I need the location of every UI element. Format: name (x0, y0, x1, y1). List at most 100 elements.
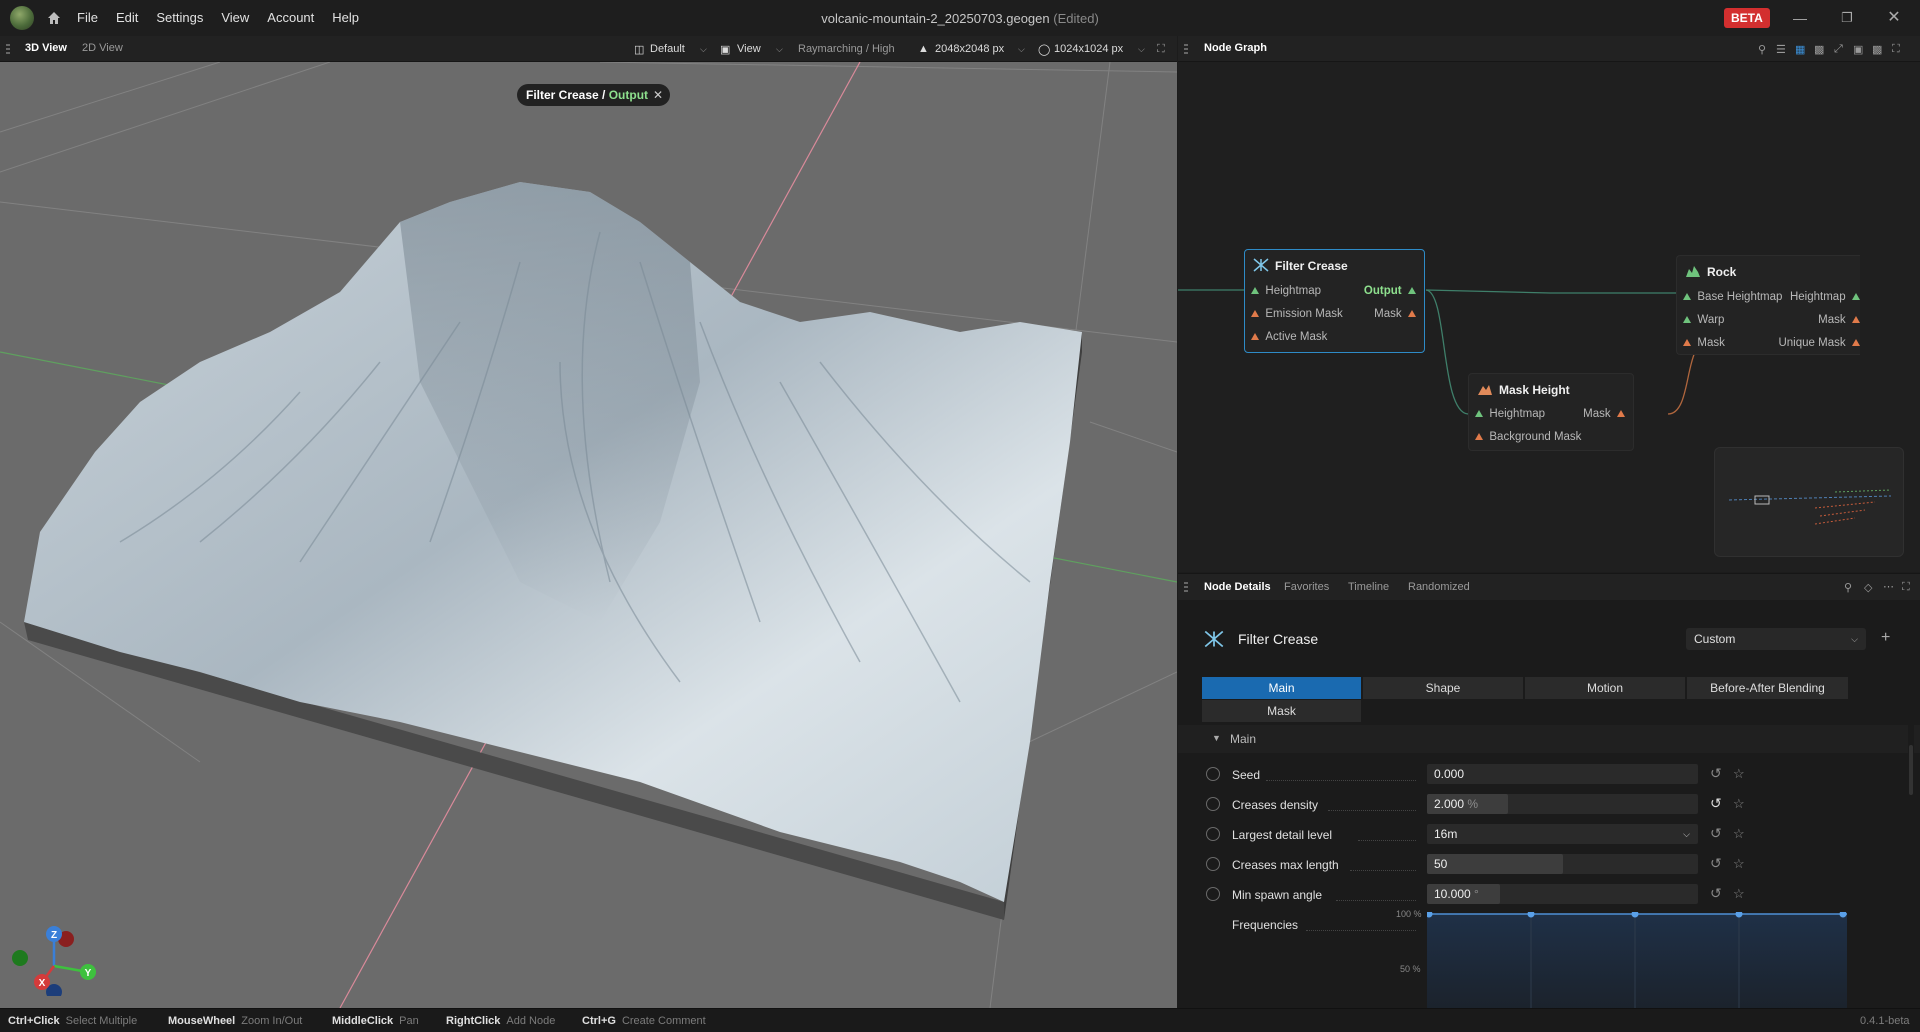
add-preset-icon[interactable]: + (1881, 629, 1890, 647)
expose-radio[interactable] (1206, 887, 1220, 901)
tab-main[interactable]: Main (1202, 677, 1361, 699)
chevron-down-icon[interactable]: ⌵ (700, 44, 707, 55)
menu-view[interactable]: View (212, 0, 258, 36)
port-emission-mask-in[interactable]: Emission Mask (1251, 308, 1343, 320)
star-icon[interactable]: ☆ (1733, 826, 1745, 842)
collapse-icon[interactable]: ⤢ (1834, 43, 1843, 56)
menu-file[interactable]: File (68, 0, 107, 36)
minimize-icon[interactable]: — (1785, 6, 1815, 30)
chevron-down-icon[interactable]: ⌵ (776, 44, 783, 55)
tab-before-after-blending[interactable]: Before-After Blending (1687, 677, 1848, 699)
tab-favorites[interactable]: Favorites (1284, 581, 1329, 593)
fullscreen-icon[interactable]: ⛶ (1902, 581, 1910, 594)
more-icon[interactable]: ⋯ (1883, 580, 1894, 593)
port-triangle-icon (1475, 433, 1483, 441)
port-label: Mask (1374, 308, 1402, 320)
search-icon[interactable]: ⚲ (1758, 43, 1766, 56)
layout-icon[interactable]: ▦ (1795, 43, 1805, 56)
largest-detail-select[interactable]: 16m ⌵ (1427, 824, 1698, 844)
min-spawn-angle-slider[interactable]: 10.000 ° (1427, 884, 1698, 904)
list-icon[interactable]: ☰ (1776, 43, 1786, 56)
port-base-heightmap-in[interactable]: Base Heightmap (1683, 291, 1782, 303)
tab-randomized[interactable]: Randomized (1408, 581, 1470, 593)
breadcrumb-output[interactable]: Output (609, 88, 648, 102)
axis-gizmo[interactable]: Z Y X (6, 916, 106, 996)
star-icon[interactable]: ☆ (1733, 796, 1745, 812)
creases-max-length-slider[interactable]: 50 (1427, 854, 1698, 874)
preset-select[interactable]: Default (650, 43, 685, 55)
panel-grip-icon[interactable] (6, 44, 10, 54)
search-icon[interactable]: ⚲ (1844, 581, 1852, 594)
maximize-icon[interactable]: ❐ (1832, 6, 1862, 30)
port-heightmap-in[interactable]: Heightmap (1475, 408, 1545, 420)
home-icon[interactable] (46, 10, 62, 26)
seed-field[interactable]: 0.000 (1427, 764, 1698, 784)
scrollbar-thumb[interactable] (1909, 745, 1913, 795)
port-mask-in[interactable]: Mask (1683, 337, 1725, 349)
reset-icon[interactable]: ↺ (1710, 765, 1722, 782)
chevron-down-icon[interactable]: ⌵ (1018, 44, 1025, 55)
port-heightmap-in[interactable]: Heightmap (1251, 285, 1321, 297)
render-mode[interactable]: Raymarching / High (798, 43, 895, 55)
chevron-down-icon[interactable]: ⌵ (1138, 44, 1145, 55)
expose-radio[interactable] (1206, 767, 1220, 781)
port-unique-mask-out[interactable]: Unique Mask (1778, 337, 1860, 349)
tab-node-graph[interactable]: Node Graph (1204, 42, 1267, 54)
preview-resolution[interactable]: 1024x1024 px (1054, 43, 1123, 55)
section-header-main[interactable]: ▼ Main (1178, 725, 1920, 753)
diamond-icon[interactable]: ◇ (1864, 581, 1872, 594)
tab-shape[interactable]: Shape (1363, 677, 1523, 699)
reset-icon[interactable]: ↺ (1710, 855, 1722, 872)
menu-settings[interactable]: Settings (147, 0, 212, 36)
grid-icon[interactable]: ▩ (1814, 43, 1824, 56)
node-filter-crease[interactable]: Filter Crease Heightmap Emission Mask Ac… (1244, 249, 1425, 353)
port-mask-out[interactable]: Mask (1818, 314, 1860, 326)
panel-grip-icon[interactable] (1184, 44, 1188, 54)
frame-all-icon[interactable]: ▣ (1853, 43, 1863, 56)
node-graph-minimap[interactable] (1714, 447, 1904, 557)
reset-icon[interactable]: ↺ (1710, 825, 1722, 842)
port-active-mask-in[interactable]: Active Mask (1251, 331, 1327, 343)
node-rock[interactable]: Rock Base Heightmap Warp Mask Heightmap … (1676, 255, 1860, 355)
expose-radio[interactable] (1206, 797, 1220, 811)
close-icon[interactable]: ✕ (1879, 6, 1909, 30)
tab-motion[interactable]: Motion (1525, 677, 1685, 699)
tab-mask[interactable]: Mask (1202, 700, 1361, 722)
preset-select[interactable]: Custom ⌵ (1686, 628, 1866, 650)
view-menu[interactable]: View (737, 43, 761, 55)
tab-3d-view[interactable]: 3D View (25, 42, 67, 54)
port-background-mask-in[interactable]: Background Mask (1475, 431, 1581, 443)
close-icon[interactable]: ✕ (653, 84, 663, 106)
app-logo-icon[interactable] (10, 6, 34, 30)
menu-help[interactable]: Help (323, 0, 368, 36)
scrollbar[interactable] (1908, 725, 1914, 1008)
star-icon[interactable]: ☆ (1733, 886, 1745, 902)
fullscreen-icon[interactable]: ⛶ (1157, 43, 1165, 56)
build-resolution[interactable]: 2048x2048 px (935, 43, 1004, 55)
port-warp-in[interactable]: Warp (1683, 314, 1724, 326)
panel-grip-icon[interactable] (1184, 582, 1188, 592)
expose-radio[interactable] (1206, 827, 1220, 841)
fullscreen-icon[interactable]: ⛶ (1892, 43, 1900, 56)
reset-icon[interactable]: ↺ (1710, 795, 1722, 812)
tab-2d-view[interactable]: 2D View (82, 42, 123, 54)
3d-viewport[interactable]: Z Y X Filter Crease / Output ✕ (0, 62, 1177, 1008)
star-icon[interactable]: ☆ (1733, 856, 1745, 872)
tab-timeline[interactable]: Timeline (1348, 581, 1389, 593)
star-icon[interactable]: ☆ (1733, 766, 1745, 782)
reset-icon[interactable]: ↺ (1710, 885, 1722, 902)
tab-node-details[interactable]: Node Details (1204, 581, 1271, 593)
frame-selected-icon[interactable]: ▩ (1872, 43, 1882, 56)
menu-edit[interactable]: Edit (107, 0, 147, 36)
breadcrumb-node[interactable]: Filter Crease (526, 88, 599, 102)
breadcrumb[interactable]: Filter Crease / Output ✕ (517, 84, 671, 106)
port-output-out[interactable]: Output (1364, 285, 1416, 297)
port-mask-out[interactable]: Mask (1374, 308, 1416, 320)
creases-density-slider[interactable]: 2.000 % (1427, 794, 1698, 814)
expose-radio[interactable] (1206, 857, 1220, 871)
frequencies-curve-editor[interactable] (1427, 912, 1847, 1008)
port-mask-out[interactable]: Mask (1583, 408, 1625, 420)
menu-account[interactable]: Account (258, 0, 323, 36)
node-mask-height[interactable]: Mask Height Heightmap Background Mask Ma… (1468, 373, 1634, 451)
port-heightmap-out[interactable]: Heightmap (1790, 291, 1860, 303)
